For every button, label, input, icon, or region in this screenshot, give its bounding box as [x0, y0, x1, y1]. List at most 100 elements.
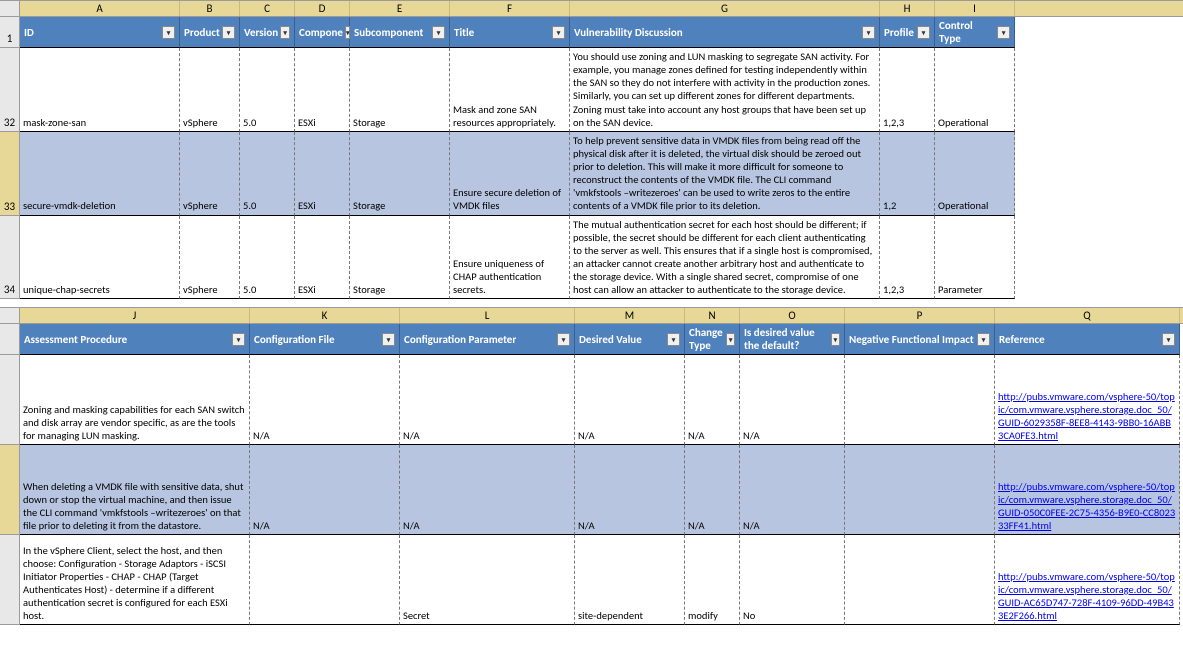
reference-link[interactable]: http://pubs.vmware.com/vsphere-50/topic/…: [998, 480, 1176, 533]
filter-icon[interactable]: ▾: [831, 333, 840, 346]
cell-P[interactable]: [845, 445, 995, 535]
cell-D[interactable]: ESXi: [295, 132, 350, 216]
cell-L[interactable]: N/A: [400, 445, 575, 535]
col-F[interactable]: F: [450, 1, 570, 16]
row-head-1[interactable]: 1: [0, 17, 20, 48]
filter-icon[interactable]: ▾: [222, 26, 235, 39]
cell-P[interactable]: [845, 535, 995, 625]
col-C[interactable]: C: [240, 1, 295, 16]
cell-N[interactable]: modify: [685, 535, 740, 625]
cell-Q[interactable]: http://pubs.vmware.com/vsphere-50/topic/…: [995, 535, 1180, 625]
th-profile[interactable]: Profile▾: [880, 17, 935, 48]
cell-E[interactable]: Storage: [350, 216, 450, 300]
th-control-type[interactable]: Control Type▾: [935, 17, 1015, 48]
cell-E[interactable]: Storage: [350, 48, 450, 132]
cell-C[interactable]: 5.0: [240, 132, 295, 216]
col-L[interactable]: L: [400, 308, 575, 323]
cell-G[interactable]: The mutual authentication secret for eac…: [570, 216, 880, 300]
col-A[interactable]: A: [20, 1, 180, 16]
filter-icon[interactable]: ▾: [977, 333, 990, 346]
th-default[interactable]: Is desired value the default?▾: [740, 324, 845, 355]
row-head[interactable]: [0, 535, 20, 625]
cell-O[interactable]: No: [740, 535, 845, 625]
filter-icon[interactable]: ▾: [862, 26, 875, 39]
th-config-file[interactable]: Configuration File▾: [250, 324, 400, 355]
cell-C[interactable]: 5.0: [240, 216, 295, 300]
cell-H[interactable]: 1,2,3: [880, 48, 935, 132]
row-head-blank[interactable]: [0, 324, 20, 355]
cell-M[interactable]: site-dependent: [575, 535, 685, 625]
cell-I[interactable]: Parameter: [935, 216, 1015, 300]
cell-D[interactable]: ESXi: [295, 48, 350, 132]
filter-icon[interactable]: ▾: [667, 333, 680, 346]
th-neg-impact[interactable]: Negative Functional Impact▾: [845, 324, 995, 355]
col-D[interactable]: D: [295, 1, 350, 16]
th-id[interactable]: ID▾: [20, 17, 180, 48]
cell-M[interactable]: N/A: [575, 355, 685, 445]
cell-F[interactable]: Ensure secure deletion of VMDK files: [450, 132, 570, 216]
col-P[interactable]: P: [845, 308, 995, 323]
col-K[interactable]: K: [250, 308, 400, 323]
filter-icon[interactable]: ▾: [557, 333, 570, 346]
th-version[interactable]: Version▾: [240, 17, 295, 48]
cell-K[interactable]: [250, 535, 400, 625]
cell-B[interactable]: vSphere: [180, 132, 240, 216]
cell-G[interactable]: You should use zoning and LUN masking to…: [570, 48, 880, 132]
cell-Q[interactable]: http://pubs.vmware.com/vsphere-50/topic/…: [995, 355, 1180, 445]
cell-J[interactable]: In the vSphere Client, select the host, …: [20, 535, 250, 625]
cell-I[interactable]: Operational: [935, 132, 1015, 216]
filter-icon[interactable]: ▾: [726, 333, 735, 346]
col-O[interactable]: O: [740, 308, 845, 323]
col-Q[interactable]: Q: [995, 308, 1180, 323]
th-vuln-discussion[interactable]: Vulnerability Discussion▾: [570, 17, 880, 48]
col-H[interactable]: H: [880, 1, 935, 16]
th-product[interactable]: Product▾: [180, 17, 240, 48]
cell-E[interactable]: Storage: [350, 132, 450, 216]
cell-N[interactable]: N/A: [685, 445, 740, 535]
cell-O[interactable]: N/A: [740, 445, 845, 535]
row-head[interactable]: [0, 445, 20, 535]
filter-icon[interactable]: ▾: [917, 26, 930, 39]
cell-N[interactable]: N/A: [685, 355, 740, 445]
cell-A[interactable]: secure-vmdk-deletion: [20, 132, 180, 216]
cell-F[interactable]: Ensure uniqueness of CHAP authentication…: [450, 216, 570, 300]
reference-link[interactable]: http://pubs.vmware.com/vsphere-50/topic/…: [998, 390, 1176, 443]
th-reference[interactable]: Reference▾: [995, 324, 1180, 355]
select-all-corner[interactable]: [0, 308, 20, 323]
col-E[interactable]: E: [350, 1, 450, 16]
th-component[interactable]: Compone▾: [295, 17, 350, 48]
row-head[interactable]: 34: [0, 216, 20, 300]
col-M[interactable]: M: [575, 308, 685, 323]
cell-J[interactable]: When deleting a VMDK file with sensitive…: [20, 445, 250, 535]
col-I[interactable]: I: [935, 1, 1015, 16]
reference-link[interactable]: http://pubs.vmware.com/vsphere-50/topic/…: [998, 570, 1176, 623]
th-title[interactable]: Title▾: [450, 17, 570, 48]
cell-P[interactable]: [845, 355, 995, 445]
filter-icon[interactable]: ▾: [382, 333, 395, 346]
cell-D[interactable]: ESXi: [295, 216, 350, 300]
cell-I[interactable]: Operational: [935, 48, 1015, 132]
cell-G[interactable]: To help prevent sensitive data in VMDK f…: [570, 132, 880, 216]
th-desired-value[interactable]: Desired Value▾: [575, 324, 685, 355]
cell-H[interactable]: 1,2: [880, 132, 935, 216]
filter-icon[interactable]: ▾: [552, 26, 565, 39]
col-G[interactable]: G: [570, 1, 880, 16]
cell-Q[interactable]: http://pubs.vmware.com/vsphere-50/topic/…: [995, 445, 1180, 535]
cell-K[interactable]: N/A: [250, 445, 400, 535]
filter-icon[interactable]: ▾: [1162, 333, 1175, 346]
row-head[interactable]: [0, 355, 20, 445]
cell-F[interactable]: Mask and zone SAN resources appropriatel…: [450, 48, 570, 132]
col-B[interactable]: B: [180, 1, 240, 16]
select-all-corner[interactable]: [0, 1, 20, 16]
filter-icon[interactable]: ▾: [432, 26, 445, 39]
cell-B[interactable]: vSphere: [180, 48, 240, 132]
filter-icon[interactable]: ▾: [997, 26, 1010, 39]
filter-icon[interactable]: ▾: [232, 333, 245, 346]
cell-M[interactable]: N/A: [575, 445, 685, 535]
row-head[interactable]: 32: [0, 48, 20, 132]
th-config-param[interactable]: Configuration Parameter▾: [400, 324, 575, 355]
th-assessment[interactable]: Assessment Procedure▾: [20, 324, 250, 355]
cell-A[interactable]: unique-chap-secrets: [20, 216, 180, 300]
cell-C[interactable]: 5.0: [240, 48, 295, 132]
filter-icon[interactable]: ▾: [162, 26, 175, 39]
